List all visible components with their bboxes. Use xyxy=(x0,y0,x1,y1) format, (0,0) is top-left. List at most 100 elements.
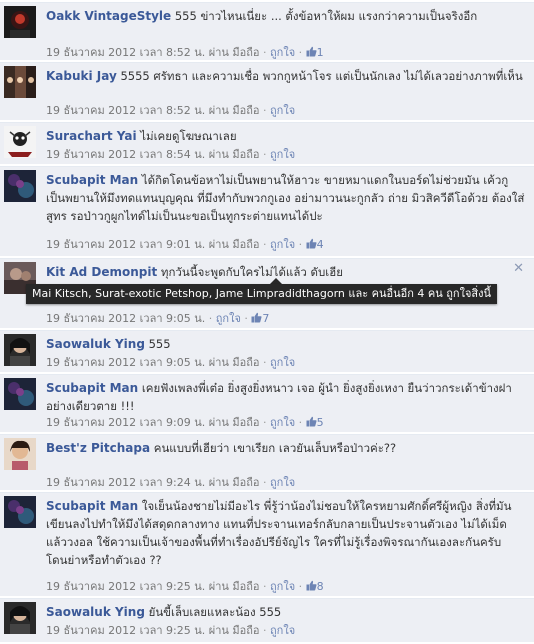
like-count-value: 7 xyxy=(262,312,270,325)
comment-timestamp[interactable]: 19 ธันวาคม 2012 เวลา 9:24 น. xyxy=(46,476,205,489)
separator: · xyxy=(263,476,267,489)
like-count[interactable]: 4 xyxy=(306,238,324,251)
like-count[interactable]: 7 xyxy=(251,312,269,325)
comment-item: Kabuki Jay 5555 ศรัทธา และความเชื่อ พวกก… xyxy=(0,62,534,120)
avatar[interactable] xyxy=(4,66,36,98)
comment-text: Oakk VintageStyle 555 ข่าวไหนเนี่ยะ ... … xyxy=(46,7,526,25)
like-link[interactable]: ถูกใจ xyxy=(270,238,295,251)
avatar[interactable] xyxy=(4,6,36,38)
like-link[interactable]: ถูกใจ xyxy=(270,148,295,161)
comment-via: ผ่าน มือถือ xyxy=(208,238,260,251)
like-count-value: 4 xyxy=(316,238,324,251)
comment-body: ยันขี้เล็บเลยแหละน้อง 555 xyxy=(148,605,282,619)
separator: · xyxy=(263,46,267,59)
like-link[interactable]: ถูกใจ xyxy=(270,580,295,593)
comment-item: Scubapit Man เคยฟังเพลงพี่เต๋อ ยิ่งสูงยิ… xyxy=(0,374,534,432)
comment-author[interactable]: Saowaluk Ying xyxy=(46,605,145,619)
separator: · xyxy=(244,312,248,325)
comment-meta: 19 ธันวาคม 2012 เวลา 8:52 น. ผ่าน มือถือ… xyxy=(46,43,324,61)
comment-item: Oakk VintageStyle 555 ข่าวไหนเนี่ยะ ... … xyxy=(0,2,534,60)
close-icon[interactable]: ✕ xyxy=(513,261,524,276)
comment-item: Scubapit Man ได้กิตโดนข้อหาไม่เป็นพยานให… xyxy=(0,166,534,256)
separator: · xyxy=(263,356,267,369)
like-link[interactable]: ถูกใจ xyxy=(270,46,295,59)
comment-item: Saowaluk Ying ยันขี้เล็บเลยแหละน้อง 555 … xyxy=(0,598,534,642)
avatar[interactable] xyxy=(4,438,36,470)
avatar[interactable] xyxy=(4,334,36,366)
comment-author[interactable]: Scubapit Man xyxy=(46,381,138,395)
avatar[interactable] xyxy=(4,602,36,634)
comment-author[interactable]: Oakk VintageStyle xyxy=(46,9,171,23)
separator: · xyxy=(298,46,303,59)
comment-timestamp[interactable]: 19 ธันวาคม 2012 เวลา 9:25 น. xyxy=(46,624,205,637)
comment-author[interactable]: Scubapit Man xyxy=(46,499,138,513)
comment-timestamp[interactable]: 19 ธันวาคม 2012 เวลา 9:25 น. xyxy=(46,580,205,593)
comment-meta: 19 ธันวาคม 2012 เวลา 9:25 น. ผ่าน มือถือ… xyxy=(46,577,324,595)
comment-timestamp[interactable]: 19 ธันวาคม 2012 เวลา 9:01 น. xyxy=(46,238,205,251)
avatar[interactable] xyxy=(4,170,36,202)
comment-timestamp[interactable]: 19 ธันวาคม 2012 เวลา 8:52 น. xyxy=(46,104,205,117)
thumbs-up-icon xyxy=(251,312,262,323)
like-link[interactable]: ถูกใจ xyxy=(270,356,295,369)
comment-timestamp[interactable]: 19 ธันวาคม 2012 เวลา 8:52 น. xyxy=(46,46,205,59)
separator: · xyxy=(263,238,267,251)
comment-author[interactable]: Best'z Pitchapa xyxy=(46,441,150,455)
avatar[interactable] xyxy=(4,126,36,158)
comment-body: ทุกวันนี้จะพูดกับใครไม่ได้แล้ว ดับเฮีย xyxy=(160,265,343,279)
comment-author[interactable]: Surachart Yai xyxy=(46,129,137,143)
avatar[interactable] xyxy=(4,496,36,528)
comment-via: ผ่าน มือถือ xyxy=(208,148,260,161)
separator: · xyxy=(298,416,303,429)
avatar[interactable] xyxy=(4,378,36,410)
comment-author[interactable]: Scubapit Man xyxy=(46,173,138,187)
comment-timestamp[interactable]: 19 ธันวาคม 2012 เวลา 9:05 น. xyxy=(46,312,205,325)
like-link[interactable]: ถูกใจ xyxy=(270,624,295,637)
separator: · xyxy=(263,580,267,593)
thumbs-up-icon xyxy=(306,46,317,57)
like-count-value: 1 xyxy=(316,46,324,59)
separator: · xyxy=(298,580,303,593)
comment-text: Surachart Yai ไม่เคยดูโฆษณาเลย xyxy=(46,127,526,145)
like-link[interactable]: ถูกใจ xyxy=(216,312,241,325)
comment-via: ผ่าน มือถือ xyxy=(208,624,260,637)
comment-author[interactable]: Kabuki Jay xyxy=(46,69,117,83)
separator: · xyxy=(263,104,267,117)
comment-body: 555 ข่าวไหนเนี่ยะ ... ตั้งข้อหาให้ผม แรง… xyxy=(174,9,478,23)
like-link[interactable]: ถูกใจ xyxy=(270,416,295,429)
comment-author[interactable]: Kit Ad Demonpit xyxy=(46,265,157,279)
comment-feed: Oakk VintageStyle 555 ข่าวไหนเนี่ยะ ... … xyxy=(0,0,534,644)
comment-text: Scubapit Man เคยฟังเพลงพี่เต๋อ ยิ่งสูงยิ… xyxy=(46,379,526,415)
comment-item: Scubapit Man ใจเย็นน้องชายไม่มีอะไร พี่ร… xyxy=(0,492,534,596)
like-link[interactable]: ถูกใจ xyxy=(270,476,295,489)
comment-via: ผ่าน มือถือ xyxy=(208,416,260,429)
comment-via: ผ่าน มือถือ xyxy=(208,356,260,369)
comment-item: Saowaluk Ying 555 19 ธันวาคม 2012 เวลา 9… xyxy=(0,330,534,372)
comment-text: Kabuki Jay 5555 ศรัทธา และความเชื่อ พวกก… xyxy=(46,67,526,85)
comment-item: Best'z Pitchapa คนแบบที่เฮียว่า เขาเรียก… xyxy=(0,434,534,490)
like-count-value: 5 xyxy=(316,416,324,429)
thumbs-up-icon xyxy=(306,238,317,249)
like-link[interactable]: ถูกใจ xyxy=(270,104,295,117)
like-count[interactable]: 1 xyxy=(306,46,324,59)
comment-text: Scubapit Man ได้กิตโดนข้อหาไม่เป็นพยานให… xyxy=(46,171,526,225)
comment-author[interactable]: Saowaluk Ying xyxy=(46,337,145,351)
like-count[interactable]: 8 xyxy=(306,580,324,593)
comment-via: ผ่าน มือถือ xyxy=(208,104,260,117)
comment-timestamp[interactable]: 19 ธันวาคม 2012 เวลา 9:09 น. xyxy=(46,416,205,429)
comment-text: Saowaluk Ying 555 xyxy=(46,335,526,353)
comment-timestamp[interactable]: 19 ธันวาคม 2012 เวลา 9:05 น. xyxy=(46,356,205,369)
like-count-value: 8 xyxy=(316,580,324,593)
comment-meta: 19 ธันวาคม 2012 เวลา 9:24 น. ผ่าน มือถือ… xyxy=(46,473,295,491)
comment-meta: 19 ธันวาคม 2012 เวลา 8:54 น. ผ่าน มือถือ… xyxy=(46,145,295,163)
comment-body: 5555 ศรัทธา และความเชื่อ พวกกูหน้าโจร แต… xyxy=(120,69,523,83)
comment-text: Saowaluk Ying ยันขี้เล็บเลยแหละน้อง 555 xyxy=(46,603,526,621)
separator: · xyxy=(263,624,267,637)
thumbs-up-icon xyxy=(306,580,317,591)
comment-timestamp[interactable]: 19 ธันวาคม 2012 เวลา 8:54 น. xyxy=(46,148,205,161)
comment-meta: 19 ธันวาคม 2012 เวลา 9:05 น. ผ่าน มือถือ… xyxy=(46,353,295,371)
comment-via: ผ่าน มือถือ xyxy=(208,46,260,59)
comment-text: Best'z Pitchapa คนแบบที่เฮียว่า เขาเรียก… xyxy=(46,439,526,457)
comment-meta: 19 ธันวาคม 2012 เวลา 9:09 น. ผ่าน มือถือ… xyxy=(46,413,324,431)
comment-meta: 19 ธันวาคม 2012 เวลา 9:25 น. ผ่าน มือถือ… xyxy=(46,621,295,639)
like-count[interactable]: 5 xyxy=(306,416,324,429)
